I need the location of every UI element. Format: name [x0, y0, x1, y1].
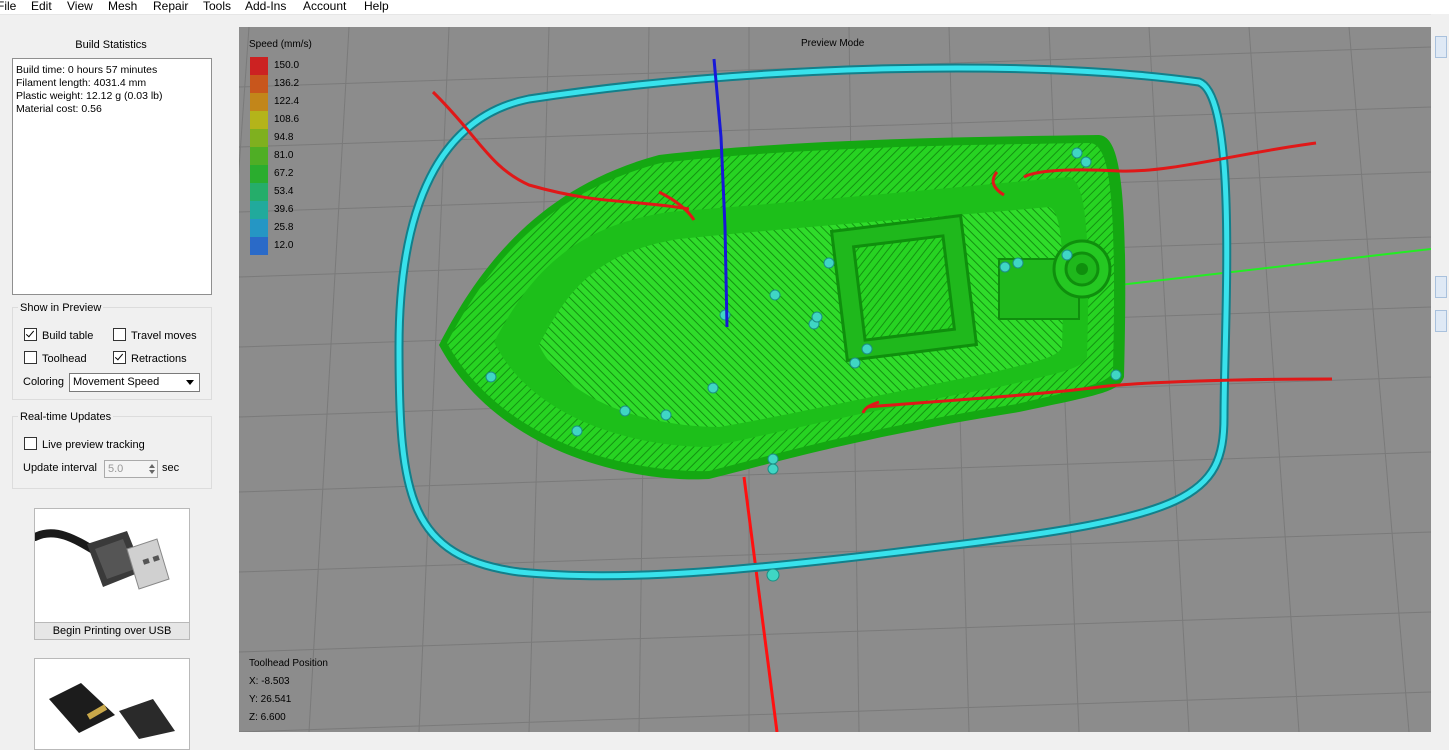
legend-swatch	[250, 75, 268, 93]
legend-swatch	[250, 183, 268, 201]
legend-swatch	[250, 93, 268, 111]
right-toolbar	[1431, 14, 1449, 736]
build-statistics-box: Build time: 0 hours 57 minutes Filament …	[12, 58, 212, 295]
menu-account[interactable]: Account	[303, 0, 346, 13]
unchecked-box-icon	[24, 437, 37, 450]
legend-value: 122.4	[274, 96, 300, 107]
menu-view[interactable]: View	[67, 0, 93, 13]
coloring-select[interactable]: Movement Speed	[69, 373, 200, 392]
legend-swatch	[250, 201, 268, 219]
toolhead-label: Toolhead	[42, 353, 87, 365]
sd-card-icon	[49, 683, 175, 739]
coloring-label: Coloring	[23, 376, 64, 388]
menu-edit[interactable]: Edit	[31, 0, 52, 13]
usb-cable-icon	[31, 529, 170, 590]
preview-viewport[interactable]: Speed (mm/s) Preview Mode 150.0 136.2 12…	[239, 27, 1431, 732]
spin-up-icon[interactable]	[149, 464, 155, 468]
toolhead-position-title: Toolhead Position	[249, 658, 328, 669]
legend-swatch	[250, 129, 268, 147]
legend-value: 67.2	[274, 168, 294, 179]
menu-mesh[interactable]: Mesh	[108, 0, 137, 13]
spin-down-icon[interactable]	[149, 470, 155, 474]
build-table-label: Build table	[42, 330, 94, 342]
begin-printing-usb-label: Begin Printing over USB	[35, 622, 189, 639]
build-statistics-title: Build Statistics	[75, 39, 147, 51]
stat-material-cost: Material cost: 0.56	[16, 103, 102, 115]
legend-swatch	[250, 111, 268, 129]
stat-filament-length: Filament length: 4031.4 mm	[16, 77, 147, 89]
menu-tools[interactable]: Tools	[203, 0, 231, 13]
update-interval-unit: sec	[162, 462, 180, 474]
legend-swatch	[250, 147, 268, 165]
menu-file[interactable]: File	[0, 0, 16, 13]
legend-swatch	[250, 165, 268, 183]
travel-moves-checkbox[interactable]: Travel moves	[113, 328, 197, 342]
legend-value: 53.4	[274, 186, 294, 197]
stat-build-time: Build time: 0 hours 57 minutes	[16, 64, 158, 76]
retractions-label: Retractions	[131, 353, 187, 365]
coloring-value: Movement Speed	[73, 376, 160, 388]
toolbar-button[interactable]	[1435, 310, 1447, 332]
show-in-preview-title: Show in Preview	[18, 302, 104, 314]
toolbar-button[interactable]	[1435, 276, 1447, 298]
update-interval-label: Update interval	[23, 462, 97, 474]
legend-swatch	[250, 57, 268, 75]
legend-value: 136.2	[274, 78, 300, 89]
dropdown-arrow-icon	[186, 380, 194, 385]
menu-bar: File Edit View Mesh Repair Tools Add-Ins…	[0, 0, 1449, 15]
sd-card-button[interactable]	[34, 658, 190, 750]
legend-value: 108.6	[274, 114, 300, 125]
begin-printing-usb-button[interactable]: Begin Printing over USB	[31, 508, 190, 640]
update-interval-value: 5.0	[108, 463, 124, 475]
legend-swatch	[250, 219, 268, 237]
legend-value: 25.8	[274, 222, 294, 233]
live-preview-tracking-checkbox[interactable]: Live preview tracking	[24, 437, 145, 451]
legend-value: 12.0	[274, 240, 294, 251]
toolpath-render[interactable]	[239, 27, 1431, 732]
toolhead-y: Y: 26.541	[249, 694, 292, 705]
menu-repair[interactable]: Repair	[153, 0, 188, 13]
toolhead-checkbox[interactable]: Toolhead	[24, 351, 87, 365]
retractions-checkbox[interactable]: Retractions	[113, 351, 187, 365]
update-interval-input[interactable]: 5.0	[104, 460, 158, 478]
legend-value: 150.0	[274, 60, 300, 71]
menu-help[interactable]: Help	[364, 0, 389, 13]
unchecked-box-icon	[113, 328, 126, 341]
realtime-updates-title: Real-time Updates	[18, 411, 114, 423]
legend-swatch	[250, 237, 268, 255]
check-icon	[24, 328, 37, 341]
travel-moves-label: Travel moves	[131, 330, 197, 342]
legend-value: 81.0	[274, 150, 294, 161]
speed-legend-title: Speed (mm/s)	[249, 39, 312, 50]
check-icon	[113, 351, 126, 364]
legend-value: 39.6	[274, 204, 294, 215]
unchecked-box-icon	[24, 351, 37, 364]
build-table-checkbox[interactable]: Build table	[24, 328, 93, 342]
live-preview-tracking-label: Live preview tracking	[42, 439, 145, 451]
speed-legend	[250, 57, 268, 255]
preview-mode-label: Preview Mode	[801, 38, 865, 49]
toolhead-x: X: -8.503	[249, 676, 290, 687]
y-axis-line	[1118, 248, 1431, 286]
realtime-updates-group	[12, 416, 212, 489]
toolhead-z: Z: 6.600	[249, 712, 286, 723]
menu-add-ins[interactable]: Add-Ins	[245, 0, 286, 13]
legend-value: 94.8	[274, 132, 294, 143]
stat-plastic-weight: Plastic weight: 12.12 g (0.03 lb)	[16, 90, 163, 102]
toolbar-button[interactable]	[1435, 36, 1447, 58]
